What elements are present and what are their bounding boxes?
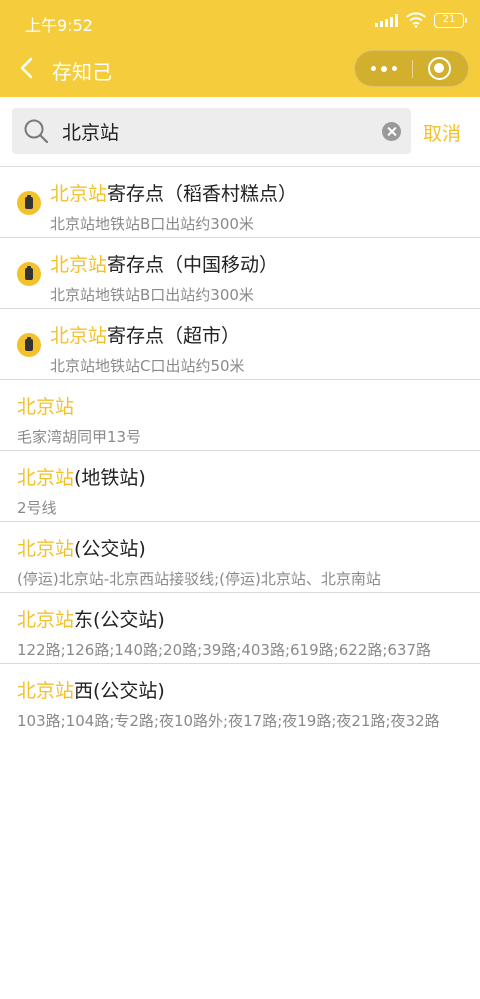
search-icon xyxy=(24,119,49,144)
storage-pin-icon xyxy=(17,262,41,286)
result-title: 北京站寄存点（中国移动） xyxy=(50,254,279,276)
capsule-divider xyxy=(412,60,413,78)
search-box xyxy=(12,108,411,154)
close-miniprogram-icon[interactable] xyxy=(428,57,451,80)
result-item[interactable]: 北京站寄存点（中国移动） 北京站地铁站B口出站约300米 xyxy=(0,238,480,309)
result-address: (停运)北京站-北京西站接驳线;(停运)北京站、北京南站 xyxy=(17,570,381,588)
back-arrow-icon[interactable] xyxy=(14,54,42,82)
miniprogram-capsule xyxy=(354,50,469,87)
result-item[interactable]: 北京站(地铁站) 2号线 xyxy=(0,451,480,522)
search-results: 北京站寄存点（稻香村糕点） 北京站地铁站B口出站约300米 北京站寄存点（中国移… xyxy=(0,167,480,735)
result-title: 北京站(地铁站) xyxy=(17,467,146,489)
result-item[interactable]: 北京站 毛家湾胡同甲13号 xyxy=(0,380,480,451)
search-input[interactable] xyxy=(62,108,382,154)
storage-pin-icon xyxy=(17,333,41,357)
result-title: 北京站寄存点（超市） xyxy=(50,325,241,347)
result-item[interactable]: 北京站(公交站) (停运)北京站-北京西站接驳线;(停运)北京站、北京南站 xyxy=(0,522,480,593)
result-address: 北京站地铁站B口出站约300米 xyxy=(50,215,254,233)
result-address: 北京站地铁站C口出站约50米 xyxy=(50,357,245,375)
status-time: 上午9:52 xyxy=(25,16,93,35)
result-item[interactable]: 北京站西(公交站) 103路;104路;专2路;夜10路外;夜17路;夜19路;… xyxy=(0,664,480,735)
battery-icon: 21 xyxy=(434,12,467,28)
result-item[interactable]: 北京站寄存点（超市） 北京站地铁站C口出站约50米 xyxy=(0,309,480,380)
result-address: 103路;104路;专2路;夜10路外;夜17路;夜19路;夜21路;夜32路 xyxy=(17,712,440,730)
status-icons: 21 xyxy=(375,12,467,28)
cancel-button[interactable]: 取消 xyxy=(423,119,461,146)
result-address: 122路;126路;140路;20路;39路;403路;619路;622路;63… xyxy=(17,641,432,659)
search-bar: 取消 xyxy=(0,97,480,167)
result-item[interactable]: 北京站东(公交站) 122路;126路;140路;20路;39路;403路;61… xyxy=(0,593,480,664)
result-address: 毛家湾胡同甲13号 xyxy=(17,428,142,446)
result-address: 2号线 xyxy=(17,499,57,517)
result-title: 北京站寄存点（稻香村糕点） xyxy=(50,183,298,205)
result-address: 北京站地铁站B口出站约300米 xyxy=(50,286,254,304)
result-title: 北京站(公交站) xyxy=(17,538,146,560)
result-title: 北京站 xyxy=(17,396,75,418)
result-title: 北京站西(公交站) xyxy=(17,680,165,702)
wifi-icon xyxy=(406,12,426,28)
clear-input-icon[interactable] xyxy=(382,122,401,141)
signal-icon xyxy=(375,13,398,27)
status-bar: 上午9:52 21 xyxy=(0,0,480,44)
result-title: 北京站东(公交站) xyxy=(17,609,165,631)
top-bar: 上午9:52 21 存知己 xyxy=(0,0,480,97)
result-item[interactable]: 北京站寄存点（稻香村糕点） 北京站地铁站B口出站约300米 xyxy=(0,167,480,238)
more-options-icon[interactable] xyxy=(355,51,412,86)
storage-pin-icon xyxy=(17,191,41,215)
page-title: 存知己 xyxy=(52,60,112,84)
nav-bar: 存知己 xyxy=(0,44,480,97)
